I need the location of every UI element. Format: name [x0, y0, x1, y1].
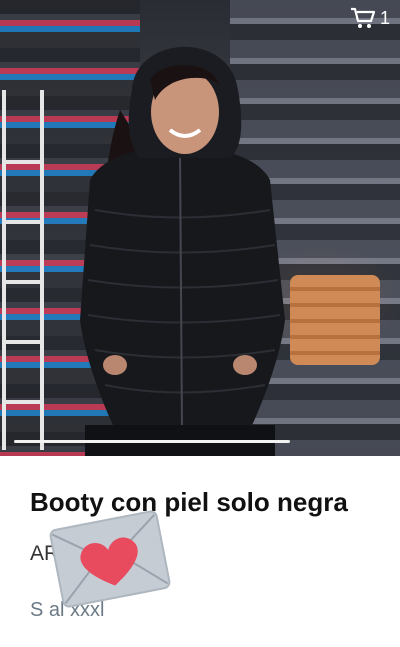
- heart-envelope-icon[interactable]: [47, 508, 173, 610]
- product-title: Booty con piel solo negra: [30, 487, 348, 517]
- model-figure: [80, 46, 285, 456]
- product-image[interactable]: 1: [0, 0, 400, 456]
- cart-count: 1: [380, 7, 391, 28]
- image-carousel-indicator: [14, 440, 290, 443]
- orange-jackets: [290, 275, 380, 365]
- cart-button[interactable]: 1: [350, 4, 400, 32]
- product-sizes: S al xxxl: [30, 599, 105, 621]
- cart-icon: [351, 7, 376, 28]
- ladder: [2, 90, 44, 450]
